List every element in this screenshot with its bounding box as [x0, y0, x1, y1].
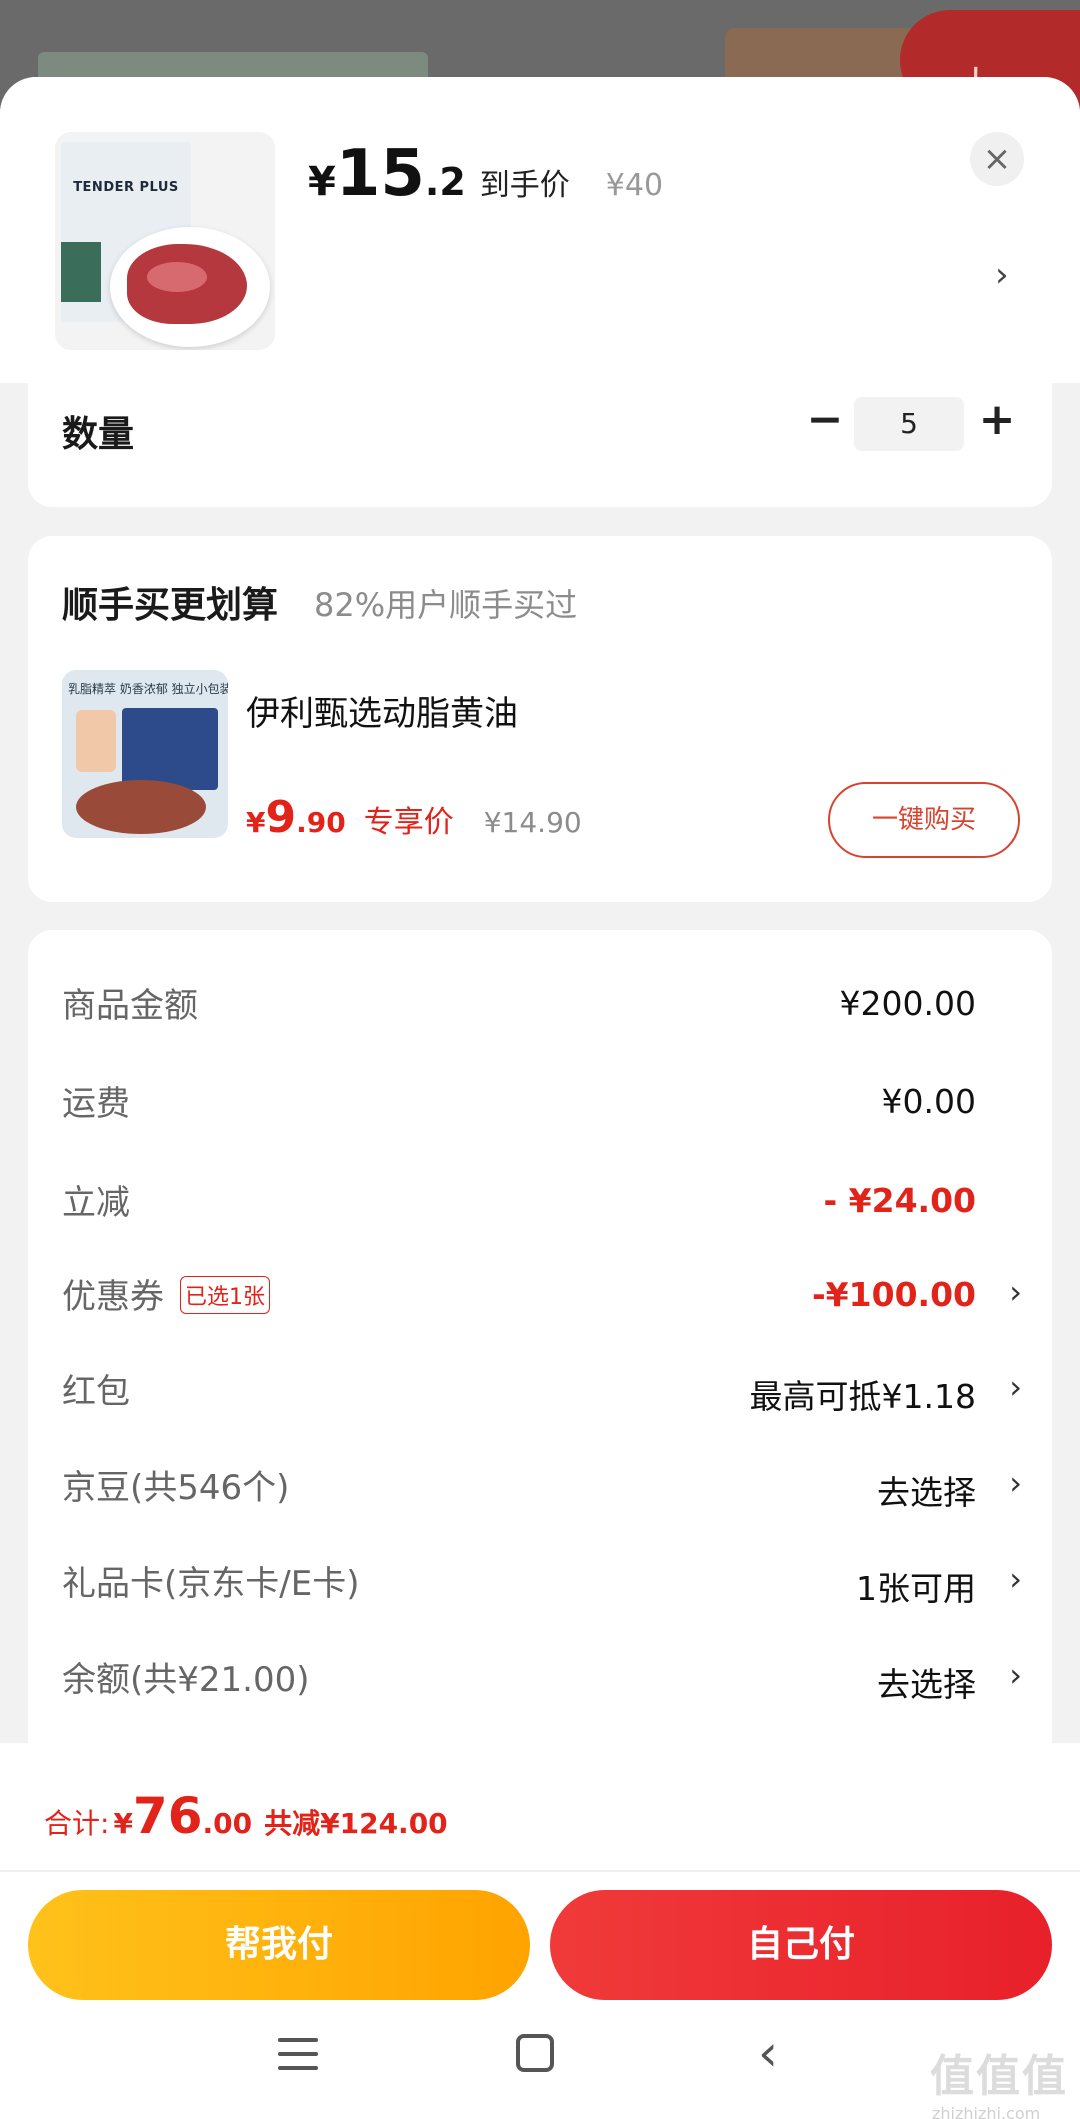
quantity-input[interactable]: 5 [854, 397, 964, 451]
watermark-url: zhizhizhi.com [932, 2104, 1041, 2119]
plus-button[interactable]: + [970, 393, 1024, 447]
menu-icon[interactable] [278, 2038, 318, 2078]
summary-row-jingdou[interactable]: 京豆(共546个) 去选择 › [62, 1460, 1052, 1530]
total-label: 合计: [44, 1807, 110, 1840]
chevron-right-icon[interactable]: › [1009, 1368, 1022, 1406]
price-currency: ¥ [308, 159, 336, 205]
upsell-title: 顺手买更划算 [62, 585, 279, 626]
summary-value: 去选择 [877, 1665, 976, 1704]
summary-value: -¥100.00 [811, 1275, 976, 1314]
summary-value: - ¥24.00 [823, 1181, 976, 1220]
summary-row-redpacket[interactable]: 红包 最高可抵¥1.18 › [62, 1364, 1052, 1434]
upsell-price: ¥ 9 .90 专享价 ¥14.90 [246, 792, 582, 843]
upsell-image[interactable]: 乳脂精萃 奶香浓郁 独立小包装 [62, 670, 228, 838]
upsell-price-decimal: .90 [296, 806, 346, 839]
home-icon[interactable] [516, 2034, 554, 2072]
minus-button[interactable]: − [798, 393, 852, 447]
chevron-right-icon[interactable]: › [1009, 1560, 1022, 1598]
total-integer: 76 [132, 1787, 203, 1845]
total-decimal: .00 [202, 1807, 253, 1840]
summary-label: 优惠券 已选1张 [62, 1269, 270, 1318]
upsell-name[interactable]: 伊利甄选动脂黄油 [246, 686, 518, 735]
summary-row-giftcard[interactable]: 礼品卡(京东卡/E卡) 1张可用 › [62, 1556, 1052, 1626]
quantity-label: 数量 [62, 414, 135, 455]
total-price: 合计: ¥ 76 .00 共减¥124.00 [44, 1787, 448, 1845]
back-icon[interactable]: ‹ [758, 2024, 778, 2082]
divider [0, 1870, 1080, 1872]
coupon-label: 优惠券 [62, 1277, 164, 1317]
summary-value: 1张可用 [856, 1569, 976, 1608]
product-header: TENDER PLUS ¥ 15 .2 到手价 ¥40 × › [0, 77, 1080, 383]
chevron-right-icon[interactable]: › [995, 255, 1009, 295]
price-integer: 15 [335, 137, 425, 211]
upsell-image-caption: 乳脂精萃 奶香浓郁 独立小包装 [68, 682, 228, 696]
summary-row-shipping: 运费 ¥0.00 [62, 1076, 1052, 1146]
summary-value: 去选择 [877, 1473, 976, 1512]
summary-row-balance[interactable]: 余额(共¥21.00) 去选择 › [62, 1652, 1052, 1722]
upsell-subtitle: 82%用户顺手买过 [314, 586, 578, 624]
summary-label: 运费 [62, 1084, 130, 1124]
help-pay-button[interactable]: 帮我付 [28, 1890, 530, 2000]
total-currency: ¥ [113, 1807, 133, 1840]
upsell-plate [76, 780, 206, 834]
quantity-card: 数量 − 5 + [28, 383, 1052, 507]
chevron-right-icon[interactable]: › [1009, 1656, 1022, 1694]
package-stripe [61, 242, 101, 302]
chevron-right-icon[interactable]: › [1009, 1273, 1022, 1311]
summary-row-goods: 商品金额 ¥200.00 [62, 978, 1052, 1048]
upsell-card: 顺手买更划算 82%用户顺手买过 乳脂精萃 奶香浓郁 独立小包装 伊利甄选动脂黄… [28, 536, 1052, 902]
summary-label: 商品金额 [62, 986, 198, 1026]
product-price: ¥ 15 .2 到手价 ¥40 [308, 137, 663, 227]
checkout-footer: 合计: ¥ 76 .00 共减¥124.00 帮我付 自己付 ‹ 值值值 zhi… [0, 1743, 1080, 2119]
price-tag: 到手价 [479, 168, 570, 203]
upsell-price-integer: 9 [265, 792, 297, 843]
total-saved: 共减¥124.00 [264, 1807, 448, 1840]
coupon-tag: 已选1张 [180, 1275, 270, 1314]
product-image[interactable]: TENDER PLUS [55, 132, 275, 350]
summary-label: 余额(共¥21.00) [62, 1660, 310, 1700]
upsell-original-price: ¥14.90 [483, 806, 582, 839]
summary-label: 京豆(共546个) [62, 1468, 290, 1508]
one-click-buy-button[interactable]: 一键购买 [828, 782, 1020, 858]
upsell-currency: ¥ [246, 806, 266, 839]
chevron-right-icon[interactable]: › [1009, 1464, 1022, 1502]
summary-label: 立减 [62, 1183, 130, 1223]
system-nav-bar: ‹ 值值值 zhizhizhi.com [0, 2020, 1080, 2119]
summary-value: ¥200.00 [839, 984, 976, 1023]
summary-row-coupon[interactable]: 优惠券 已选1张 -¥100.00 › [62, 1269, 1052, 1339]
price-decimal: .2 [424, 160, 466, 204]
upsell-glass [76, 710, 116, 772]
watermark-logo: 值值值 [930, 2051, 1068, 2102]
original-price: ¥40 [605, 168, 664, 203]
summary-value: ¥0.00 [881, 1082, 976, 1121]
summary-card: 商品金额 ¥200.00 运费 ¥0.00 立减 - ¥24.00 优惠券 已选1… [28, 930, 1052, 1820]
upsell-box [122, 708, 218, 790]
upsell-price-tag: 专享价 [363, 805, 454, 840]
summary-row-discount: 立减 - ¥24.00 [62, 1175, 1052, 1245]
summary-value: 最高可抵¥1.18 [749, 1377, 976, 1416]
self-pay-button[interactable]: 自己付 [550, 1890, 1052, 2000]
summary-label: 红包 [62, 1372, 130, 1412]
steak [127, 244, 247, 324]
package-brand: TENDER PLUS [73, 180, 179, 195]
summary-label: 礼品卡(京东卡/E卡) [62, 1564, 360, 1604]
close-icon[interactable]: × [970, 132, 1024, 186]
